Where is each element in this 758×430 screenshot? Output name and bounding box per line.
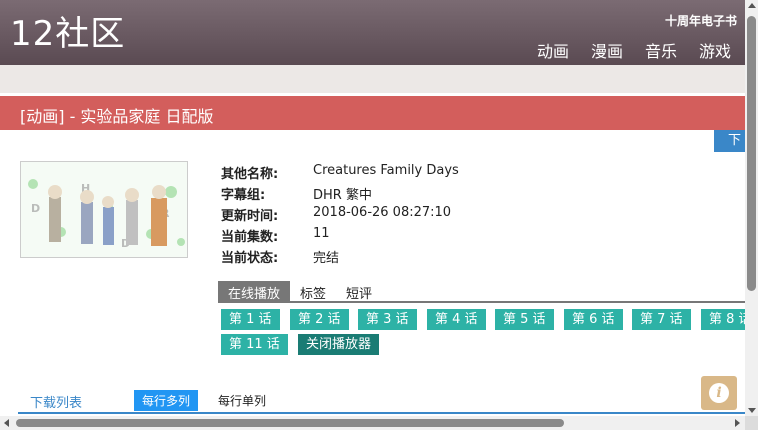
tab-online-play[interactable]: 在线播放	[218, 281, 291, 302]
info-row: 其他名称: Creatures Family Days	[221, 163, 459, 184]
info-icon: i	[709, 383, 729, 403]
info-row: 当前集数: 11	[221, 226, 459, 247]
episode-button[interactable]: 第 4 话	[427, 309, 486, 330]
info-row: 字幕组: DHR 繁中	[221, 184, 459, 205]
horizontal-scrollbar[interactable]	[0, 416, 745, 430]
info-label: 当前状态:	[221, 251, 279, 266]
nav-manga[interactable]: 漫画	[591, 38, 623, 62]
poster-illustration: DH RD	[21, 162, 187, 257]
info-value: 11	[313, 226, 330, 241]
info-value: 2018-06-26 08:27:10	[313, 205, 452, 220]
svg-text:D: D	[31, 202, 40, 215]
vertical-scroll-thumb[interactable]	[747, 16, 756, 291]
episode-button[interactable]: 第 5 话	[495, 309, 554, 330]
download-list-bar: 下载列表 每行多列 每行单列	[18, 388, 745, 414]
download-button[interactable]: 下载	[714, 130, 745, 152]
ebook-link[interactable]: 十周年电子书	[665, 12, 737, 29]
main-nav: 动画 漫画 音乐 游戏	[537, 38, 731, 62]
tab-tags[interactable]: 标签	[290, 281, 336, 302]
anime-info: 其他名称: Creatures Family Days 字幕组: DHR 繁中 …	[221, 163, 459, 268]
site-header: 12社区 十周年电子书 动画 漫画 音乐 游戏	[0, 0, 745, 65]
episode-button[interactable]: 第 2 话	[290, 309, 349, 330]
scroll-down-arrow-icon[interactable]	[748, 408, 756, 413]
content-tabs: 在线播放 标签 短评	[218, 281, 745, 303]
scroll-right-arrow-icon[interactable]	[735, 419, 740, 427]
episode-button[interactable]: 第 6 话	[564, 309, 623, 330]
info-label: 字幕组:	[221, 188, 266, 203]
info-value: Creatures Family Days	[313, 163, 459, 178]
info-row: 更新时间: 2018-06-26 08:27:10	[221, 205, 459, 226]
vertical-scrollbar[interactable]	[745, 0, 758, 430]
nav-anime[interactable]: 动画	[537, 38, 569, 62]
download-list-label[interactable]: 下载列表	[30, 392, 82, 411]
nav-music[interactable]: 音乐	[645, 38, 677, 62]
info-value: DHR 繁中	[313, 188, 372, 203]
info-label: 当前集数:	[221, 230, 279, 245]
header-strip	[0, 65, 745, 93]
episode-button[interactable]: 第 3 话	[358, 309, 417, 330]
info-label: 更新时间:	[221, 209, 279, 224]
scroll-left-arrow-icon[interactable]	[4, 419, 9, 427]
site-logo[interactable]: 12社区	[10, 14, 125, 54]
scroll-up-arrow-icon[interactable]	[748, 3, 756, 8]
single-column-toggle[interactable]: 每行单列	[218, 392, 266, 409]
scrollbar-corner	[745, 416, 758, 430]
close-player-button[interactable]: 关闭播放器	[298, 334, 380, 355]
episode-button[interactable]: 第 1 话	[221, 309, 280, 330]
info-label: 其他名称:	[221, 167, 279, 182]
help-button[interactable]: i	[701, 376, 737, 410]
episode-button[interactable]: 第 8 话	[701, 309, 745, 330]
title-bar: [动画] - 实验品家庭 日配版	[0, 96, 745, 130]
episode-button[interactable]: 第 11 话	[221, 334, 288, 355]
info-value: 完结	[313, 251, 340, 266]
horizontal-scroll-thumb[interactable]	[16, 419, 564, 427]
page-title: [动画] - 实验品家庭 日配版	[20, 107, 214, 126]
tab-reviews[interactable]: 短评	[336, 281, 382, 302]
nav-games[interactable]: 游戏	[699, 38, 731, 62]
anime-poster: DH RD	[20, 161, 188, 258]
info-row: 当前状态: 完结	[221, 247, 459, 268]
episode-list: 第 1 话 第 2 话 第 3 话 第 4 话 第 5 话 第 6 话 第 7 …	[221, 309, 745, 359]
multi-column-toggle[interactable]: 每行多列	[134, 390, 199, 411]
episode-button[interactable]: 第 7 话	[632, 309, 691, 330]
